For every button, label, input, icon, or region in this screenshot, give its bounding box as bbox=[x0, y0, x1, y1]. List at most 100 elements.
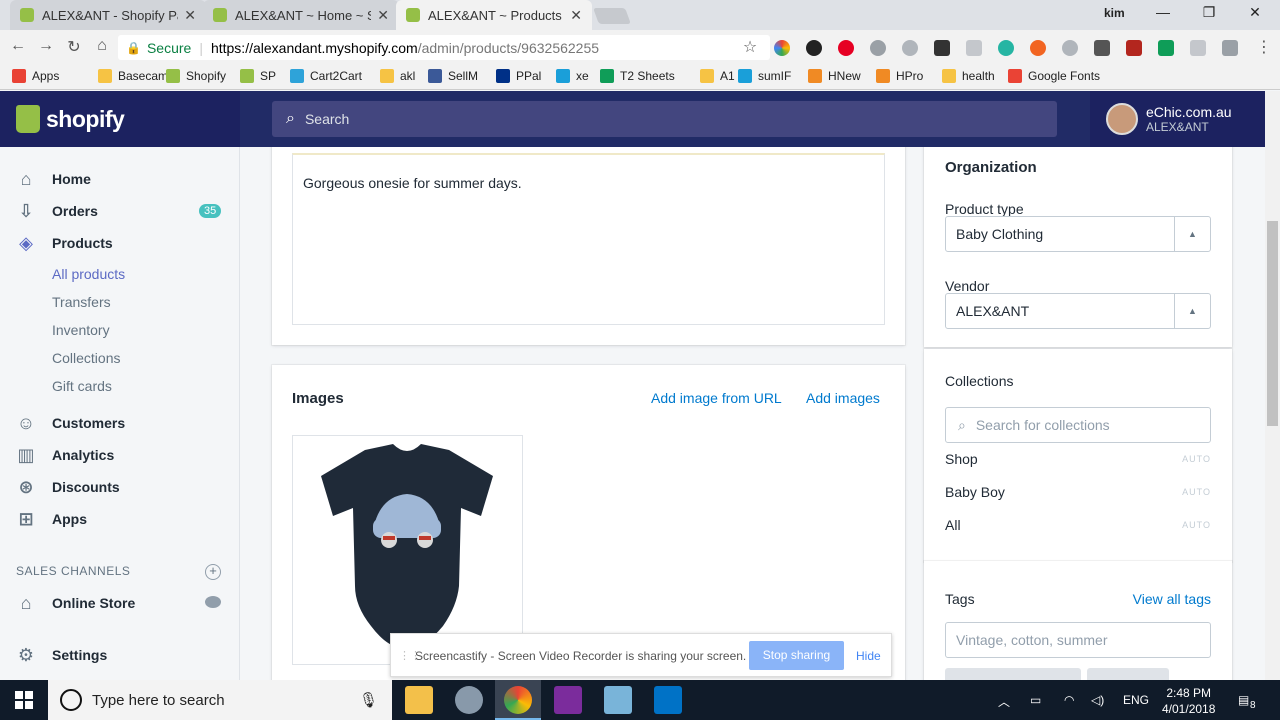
sidebar-item-analytics[interactable]: ▥ Analytics bbox=[0, 441, 240, 469]
account-menu[interactable]: eChic.com.au ALEX&ANT bbox=[1090, 91, 1280, 147]
tray-chevron-icon[interactable]: ︿ bbox=[998, 693, 1010, 710]
bookmark-item[interactable]: T2 Sheets bbox=[600, 69, 675, 83]
chrome-icon[interactable] bbox=[504, 686, 532, 714]
pinterest-icon[interactable] bbox=[838, 40, 854, 56]
description-editor[interactable]: Gorgeous onesie for summer days. bbox=[292, 153, 885, 325]
bookmark-item[interactable]: Basecamp bbox=[98, 69, 175, 83]
bookmark-item[interactable]: Shopify bbox=[166, 69, 226, 83]
notification-center-icon[interactable]: ▤ bbox=[1238, 693, 1249, 707]
asterisk-extension-icon[interactable] bbox=[1030, 40, 1046, 56]
minimize-icon[interactable]: — bbox=[1153, 4, 1173, 20]
sidebar-item-orders[interactable]: ⇩ Orders 35 bbox=[0, 197, 240, 225]
volume-icon[interactable]: ◁) bbox=[1091, 693, 1104, 707]
hide-button[interactable]: Hide bbox=[856, 649, 881, 663]
product-type-select[interactable]: Baby Clothing ▲ bbox=[945, 216, 1211, 252]
bookmark-item[interactable]: akl bbox=[380, 69, 415, 83]
taskbar-search-box[interactable]: Type here to search 🎙 bbox=[48, 680, 392, 720]
chrome-menu-icon[interactable]: ⋮ bbox=[1254, 37, 1274, 57]
shopify-logo[interactable]: shopify bbox=[0, 91, 240, 147]
collections-search-input[interactable]: ⌕ Search for collections bbox=[945, 407, 1211, 443]
bookmark-star-icon[interactable]: ☆ bbox=[740, 37, 760, 57]
sidebar-item-home[interactable]: ⌂ Home bbox=[0, 165, 240, 193]
windows-start-icon[interactable] bbox=[15, 691, 33, 709]
camera-extension-icon[interactable] bbox=[806, 40, 822, 56]
add-images-link[interactable]: Add images bbox=[806, 390, 880, 406]
sidebar-item-online-store[interactable]: ⌂ Online Store bbox=[0, 589, 240, 617]
eye-icon[interactable] bbox=[205, 596, 221, 608]
sidebar-subitem-transfers[interactable]: Transfers bbox=[52, 294, 111, 310]
close-tab-icon[interactable]: ✕ bbox=[184, 7, 196, 24]
cast-extension-icon[interactable] bbox=[1094, 40, 1110, 56]
scrollbar-thumb[interactable] bbox=[1267, 221, 1278, 426]
plus-extension-icon[interactable] bbox=[1158, 40, 1174, 56]
h-extension-icon[interactable] bbox=[1222, 40, 1238, 56]
sidebar-item-apps[interactable]: ⊞ Apps bbox=[0, 505, 240, 533]
sidebar-subitem-all-products[interactable]: All products bbox=[52, 266, 125, 282]
collection-item[interactable]: Baby Boy AUTO bbox=[945, 484, 1211, 500]
palette-extension-icon[interactable] bbox=[902, 40, 918, 56]
add-sales-channel-icon[interactable]: + bbox=[205, 564, 221, 580]
bookmark-item[interactable]: Cart2Cart bbox=[290, 69, 362, 83]
add-image-from-url-link[interactable]: Add image from URL bbox=[651, 390, 782, 406]
outlook-icon[interactable] bbox=[654, 686, 682, 714]
code-extension-icon[interactable] bbox=[966, 40, 982, 56]
stop-sharing-button[interactable]: Stop sharing bbox=[749, 641, 844, 670]
bookmark-item[interactable]: A1 bbox=[700, 69, 735, 83]
collection-item[interactable]: Shop AUTO bbox=[945, 451, 1211, 467]
tag-pill[interactable] bbox=[945, 668, 1081, 680]
bookmark-item[interactable]: Apps bbox=[12, 69, 59, 83]
sidebar-subitem-gift-cards[interactable]: Gift cards bbox=[52, 378, 112, 394]
bookmark-item[interactable]: HNew bbox=[808, 69, 861, 83]
new-tab-button[interactable] bbox=[593, 8, 631, 24]
bookmark-item[interactable]: PPal bbox=[496, 69, 541, 83]
battery-icon[interactable]: ▭ bbox=[1030, 693, 1041, 707]
close-tab-icon[interactable]: ✕ bbox=[570, 7, 582, 24]
forward-icon[interactable]: → bbox=[36, 37, 56, 55]
vendor-select[interactable]: ALEX&ANT ▲ bbox=[945, 293, 1211, 329]
bookmark-item[interactable]: SellM bbox=[428, 69, 478, 83]
screen-extension-icon[interactable] bbox=[934, 40, 950, 56]
s-extension-icon[interactable] bbox=[1062, 40, 1078, 56]
sidebar-subitem-inventory[interactable]: Inventory bbox=[52, 322, 110, 338]
sidebar-item-settings[interactable]: ⚙ Settings bbox=[0, 641, 240, 669]
sidebar-item-discounts[interactable]: ⊛ Discounts bbox=[0, 473, 240, 501]
page-scrollbar[interactable] bbox=[1265, 91, 1280, 680]
app-icon[interactable] bbox=[455, 686, 483, 714]
product-image-thumbnail[interactable] bbox=[292, 435, 523, 665]
tag-pill[interactable] bbox=[1087, 668, 1169, 680]
restore-icon[interactable]: ❐ bbox=[1199, 4, 1219, 21]
sidebar-item-customers[interactable]: ☺ Customers bbox=[0, 409, 240, 437]
collection-item[interactable]: All AUTO bbox=[945, 517, 1211, 533]
bookmark-item[interactable]: Google Fonts bbox=[1008, 69, 1100, 83]
app-icon[interactable] bbox=[604, 686, 632, 714]
reload-icon[interactable]: ↻ bbox=[64, 37, 84, 57]
bookmark-item[interactable]: xe bbox=[556, 69, 589, 83]
browser-tab-home[interactable]: ALEX&ANT ~ Home ~ Sh ✕ bbox=[203, 0, 399, 30]
file-explorer-icon[interactable] bbox=[405, 686, 433, 714]
microphone-icon[interactable]: 🎙 bbox=[359, 691, 378, 709]
browser-tab-shopify-partners[interactable]: ALEX&ANT - Shopify Par ✕ bbox=[10, 0, 206, 30]
address-bar[interactable]: 🔒 Secure | https://alexandant.myshopify.… bbox=[118, 35, 770, 60]
taskbar-clock[interactable]: 2:48 PM 4/01/2018 bbox=[1162, 685, 1215, 717]
home-icon[interactable]: ⌂ bbox=[92, 37, 112, 55]
b-extension-icon[interactable] bbox=[1190, 40, 1206, 56]
chrome-profile-name[interactable]: kim bbox=[1104, 6, 1125, 20]
browser-tab-products[interactable]: ALEX&ANT ~ Products ~ ✕ bbox=[396, 0, 592, 30]
close-tab-icon[interactable]: ✕ bbox=[377, 7, 389, 24]
m-extension-icon[interactable] bbox=[998, 40, 1014, 56]
bookmark-item[interactable]: sumIF bbox=[738, 69, 791, 83]
search-bar[interactable]: ⌕ Search bbox=[272, 101, 1057, 137]
film-extension-icon[interactable] bbox=[1126, 40, 1142, 56]
close-window-icon[interactable]: ✕ bbox=[1245, 4, 1265, 21]
tags-input[interactable]: Vintage, cotton, summer bbox=[945, 622, 1211, 658]
back-icon[interactable]: ← bbox=[8, 37, 28, 55]
wifi-icon[interactable]: ◠ bbox=[1064, 693, 1074, 707]
sidebar-subitem-collections[interactable]: Collections bbox=[52, 350, 120, 366]
bookmark-item[interactable]: HPro bbox=[876, 69, 923, 83]
sidebar-item-products[interactable]: ◈ Products bbox=[0, 229, 240, 257]
bookmark-item[interactable]: SP bbox=[240, 69, 276, 83]
bookmark-item[interactable]: health bbox=[942, 69, 995, 83]
view-all-tags-link[interactable]: View all tags bbox=[1133, 591, 1211, 607]
language-indicator[interactable]: ENG bbox=[1123, 693, 1149, 707]
color-extension-icon[interactable] bbox=[774, 40, 790, 56]
